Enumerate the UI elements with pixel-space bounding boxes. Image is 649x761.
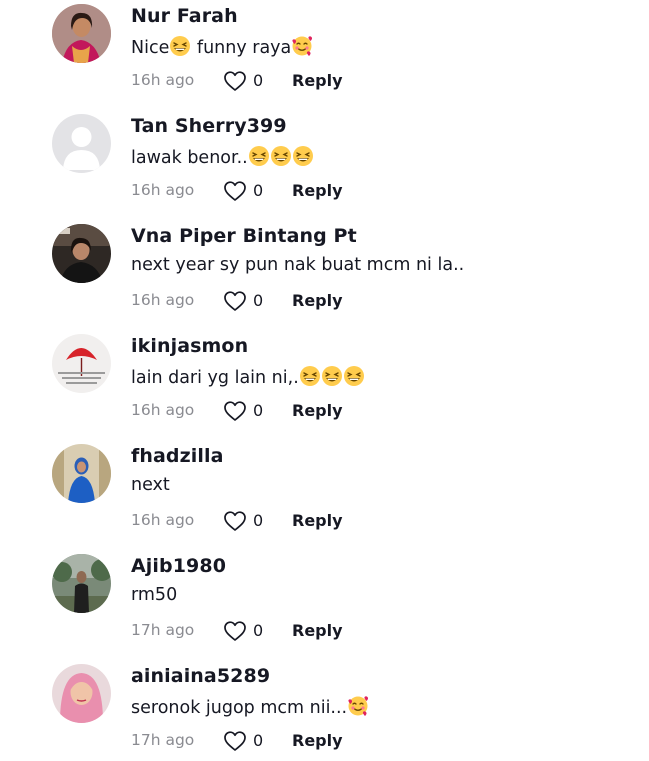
comment-meta: 16h ago 0 Reply <box>131 398 431 422</box>
timestamp: 17h ago <box>131 621 195 639</box>
avatar[interactable] <box>52 224 111 283</box>
heart-icon[interactable] <box>223 400 247 422</box>
avatar[interactable] <box>52 444 111 503</box>
comment-item: ikinjasmon lain dari yg lain ni,. 16h ag… <box>0 330 649 440</box>
comment-text: next <box>131 475 170 495</box>
comment-meta: 16h ago 0 Reply <box>131 68 431 92</box>
comment-meta: 17h ago 0 Reply <box>131 728 431 752</box>
comment-text-part: lawak benor.. <box>131 148 248 168</box>
reply-button[interactable]: Reply <box>292 731 343 750</box>
timestamp: 16h ago <box>131 181 195 199</box>
timestamp: 17h ago <box>131 731 195 749</box>
comment-list: Nur Farah Nice funny raya 16h ago 0 Repl… <box>0 0 649 761</box>
grinning-squint-emoji <box>343 365 365 387</box>
reply-button[interactable]: Reply <box>292 401 343 420</box>
heart-icon[interactable] <box>223 180 247 202</box>
avatar-image <box>52 664 111 723</box>
heart-icon[interactable] <box>223 620 247 642</box>
comment-meta: 16h ago 0 Reply <box>131 288 431 312</box>
heart-icon[interactable] <box>223 70 247 92</box>
comment-text-part: Nice <box>131 38 170 58</box>
username[interactable]: ainiaina5289 <box>131 665 270 687</box>
smiling-hearts-emoji <box>347 695 369 717</box>
comment-item: Tan Sherry399 lawak benor.. 16h ago 0 Re… <box>0 110 649 220</box>
comment-text-part: seronok jugop mcm nii... <box>131 698 348 718</box>
grinning-squint-emoji <box>299 365 321 387</box>
like-count: 0 <box>253 731 264 750</box>
avatar[interactable] <box>52 664 111 723</box>
username[interactable]: Tan Sherry399 <box>131 115 287 137</box>
comment-text: lawak benor.. <box>131 145 314 168</box>
like-count: 0 <box>253 621 264 640</box>
like-count: 0 <box>253 181 264 200</box>
like-count: 0 <box>253 71 264 90</box>
comment-meta: 16h ago 0 Reply <box>131 508 431 532</box>
avatar-image <box>52 334 111 393</box>
username[interactable]: Nur Farah <box>131 5 238 27</box>
heart-icon[interactable] <box>223 730 247 752</box>
comment-item: Ajib1980 rm50 17h ago 0 Reply <box>0 550 649 660</box>
like-count: 0 <box>253 291 264 310</box>
like-count: 0 <box>253 401 264 420</box>
grinning-squint-emoji <box>270 145 292 167</box>
comment-text: Nice funny raya <box>131 35 313 58</box>
default-avatar-image <box>52 114 111 173</box>
timestamp: 16h ago <box>131 511 195 529</box>
like-count: 0 <box>253 511 264 530</box>
avatar-image <box>52 224 111 283</box>
comment-meta: 17h ago 0 Reply <box>131 618 431 642</box>
reply-button[interactable]: Reply <box>292 181 343 200</box>
avatar[interactable] <box>52 554 111 613</box>
timestamp: 16h ago <box>131 71 195 89</box>
comment-text-part: lain dari yg lain ni,. <box>131 368 299 388</box>
comment-text-part: funny raya <box>191 38 292 58</box>
username[interactable]: Vna Piper Bintang Pt <box>131 225 357 247</box>
heart-icon[interactable] <box>223 290 247 312</box>
reply-button[interactable]: Reply <box>292 291 343 310</box>
grinning-squint-emoji <box>321 365 343 387</box>
smiling-hearts-emoji <box>291 35 313 57</box>
reply-button[interactable]: Reply <box>292 511 343 530</box>
comment-text: rm50 <box>131 585 177 605</box>
comment-text-part: rm50 <box>131 585 178 605</box>
comment-item: Nur Farah Nice funny raya 16h ago 0 Repl… <box>0 0 649 110</box>
avatar-image <box>52 4 111 63</box>
comment-text: lain dari yg lain ni,. <box>131 365 365 388</box>
grinning-squint-emoji <box>292 145 314 167</box>
avatar[interactable] <box>52 114 111 173</box>
username[interactable]: fhadzilla <box>131 445 224 467</box>
timestamp: 16h ago <box>131 401 195 419</box>
comment-text-part: next <box>131 475 170 495</box>
grinning-squint-emoji <box>169 35 191 57</box>
comment-meta: 16h ago 0 Reply <box>131 178 431 202</box>
comment-item: fhadzilla next 16h ago 0 Reply <box>0 440 649 550</box>
username[interactable]: Ajib1980 <box>131 555 226 577</box>
avatar[interactable] <box>52 334 111 393</box>
heart-icon[interactable] <box>223 510 247 532</box>
comment-text: seronok jugop mcm nii... <box>131 695 369 718</box>
avatar[interactable] <box>52 4 111 63</box>
reply-button[interactable]: Reply <box>292 621 343 640</box>
timestamp: 16h ago <box>131 291 195 309</box>
comment-text-part: next year sy pun nak buat mcm ni la.. <box>131 255 465 275</box>
grinning-squint-emoji <box>248 145 270 167</box>
reply-button[interactable]: Reply <box>292 71 343 90</box>
username[interactable]: ikinjasmon <box>131 335 248 357</box>
comment-item: Vna Piper Bintang Pt next year sy pun na… <box>0 220 649 330</box>
avatar-image <box>52 554 111 613</box>
comment-text: next year sy pun nak buat mcm ni la.. <box>131 255 464 275</box>
avatar-image <box>52 444 111 503</box>
comment-item: ainiaina5289 seronok jugop mcm nii... 17… <box>0 660 649 761</box>
